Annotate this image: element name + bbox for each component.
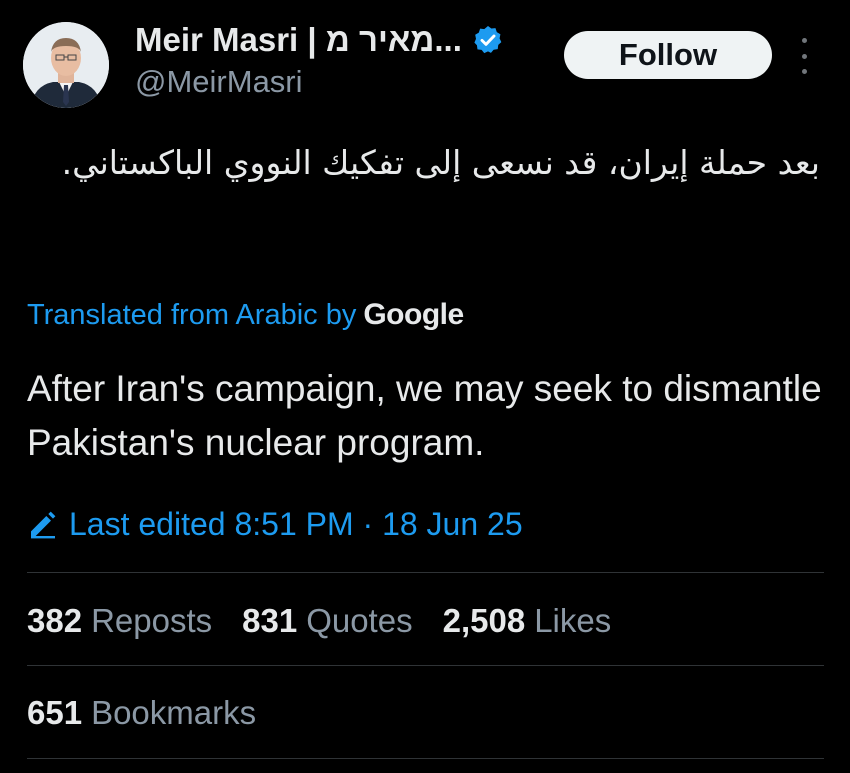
likes-stat[interactable]: 2,508 Likes (443, 602, 612, 640)
divider (27, 758, 824, 759)
last-edited-label: Last edited 8:51 PM · 18 Jun 25 (69, 505, 523, 542)
author-avatar[interactable] (23, 22, 109, 108)
reposts-stat[interactable]: 382 Reposts (27, 602, 212, 640)
reposts-label: Reposts (91, 602, 213, 639)
more-options-icon[interactable] (794, 38, 814, 74)
follow-button[interactable]: Follow (564, 31, 772, 79)
quotes-count: 831 (242, 602, 298, 639)
author-handle[interactable]: @MeirMasri (135, 64, 303, 100)
reposts-count: 382 (27, 602, 83, 639)
quotes-label: Quotes (306, 602, 413, 639)
quotes-stat[interactable]: 831 Quotes (242, 602, 412, 640)
divider (27, 572, 824, 573)
avatar-image (23, 22, 109, 108)
likes-label: Likes (534, 602, 612, 639)
author-display-name[interactable]: Meir Masri | מאיר מ... (135, 21, 462, 59)
bookmarks-stat[interactable]: 651 Bookmarks (27, 690, 256, 736)
tweet-translation: After Iran's campaign, we may seek to di… (27, 368, 822, 463)
tweet-original-text: بعد حملة إيران، قد نسعى إلى تفكيك النووي… (61, 143, 820, 182)
verified-badge-icon (474, 26, 502, 54)
bookmarks-count: 651 (27, 694, 83, 731)
author-name-row[interactable]: Meir Masri | מאיר מ... (135, 18, 504, 62)
likes-count: 2,508 (442, 602, 526, 639)
engagement-stats: 382 Reposts 831 Quotes 2,508 Likes (27, 598, 611, 644)
divider (27, 665, 824, 666)
bookmarks-label: Bookmarks (91, 694, 257, 731)
translation-attribution: Translated from Arabic by Google (27, 294, 464, 336)
google-logo: Google (363, 298, 464, 331)
last-edited-link[interactable]: Last edited 8:51 PM · 18 Jun 25 (27, 502, 523, 546)
translated-from-link[interactable]: Translated from Arabic by (27, 299, 356, 332)
pencil-icon (31, 511, 56, 539)
